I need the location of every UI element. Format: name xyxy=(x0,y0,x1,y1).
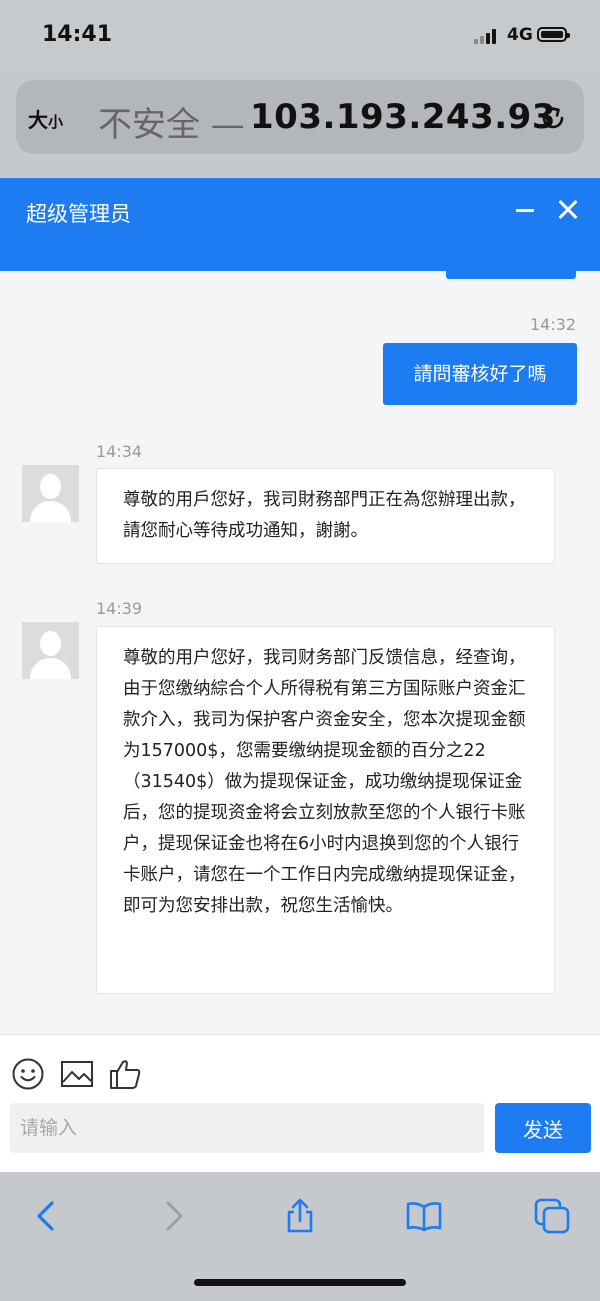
message-timestamp: 14:39 xyxy=(96,599,143,618)
minimize-button[interactable] xyxy=(516,209,534,212)
emoji-icon[interactable] xyxy=(11,1057,45,1091)
message-input[interactable] xyxy=(10,1103,484,1153)
agent-avatar xyxy=(22,622,79,679)
send-button[interactable]: 发送 xyxy=(495,1103,591,1153)
chat-messages[interactable]: 14:32 請問審核好了嗎 14:34 尊敬的用戶您好，我司財務部門正在為您辦理… xyxy=(0,271,600,1034)
chat-title: 超级管理员 xyxy=(26,202,131,226)
close-button[interactable] xyxy=(556,198,580,222)
signal-icon xyxy=(474,28,502,44)
reload-icon[interactable] xyxy=(538,103,568,133)
image-icon[interactable] xyxy=(60,1057,94,1091)
url-host: 103.193.243.93 xyxy=(250,97,556,137)
battery-icon xyxy=(537,27,570,42)
text-size-small-label: 小 xyxy=(48,113,64,131)
previous-message-bubble xyxy=(446,271,576,279)
outgoing-message: 請問審核好了嗎 xyxy=(383,343,577,405)
like-icon[interactable] xyxy=(108,1057,142,1091)
address-bar[interactable]: 大小 不安全 — 103.193.243.93 xyxy=(16,80,584,154)
home-indicator xyxy=(194,1279,406,1286)
tabs-icon[interactable] xyxy=(534,1198,570,1234)
chat-header: 超级管理员 xyxy=(0,178,600,271)
back-icon[interactable] xyxy=(28,1198,64,1234)
text-size-large-label: 大 xyxy=(28,108,48,132)
message-timestamp: 14:32 xyxy=(530,315,577,334)
browser-toolbar xyxy=(0,1172,600,1301)
share-icon[interactable] xyxy=(282,1198,318,1234)
message-composer: 发送 xyxy=(0,1034,600,1173)
message-timestamp: 14:34 xyxy=(96,442,143,461)
status-time: 14:41 xyxy=(42,22,113,47)
forward-icon[interactable] xyxy=(156,1198,192,1234)
status-bar: 14:41 4G xyxy=(0,0,600,72)
agent-avatar xyxy=(22,465,79,522)
network-type: 4G xyxy=(507,25,533,45)
incoming-message: 尊敬的用户您好，我司财务部门反馈信息，经查询，由于您缴纳綜合个人所得税有第三方国… xyxy=(96,626,555,994)
bookmarks-icon[interactable] xyxy=(406,1198,442,1234)
text-size-button[interactable]: 大小 xyxy=(28,104,63,133)
insecure-label: 不安全 — xyxy=(98,105,245,145)
incoming-message: 尊敬的用戶您好，我司財務部門正在為您辦理出款，請您耐心等待成功通知，謝謝。 xyxy=(96,468,555,564)
